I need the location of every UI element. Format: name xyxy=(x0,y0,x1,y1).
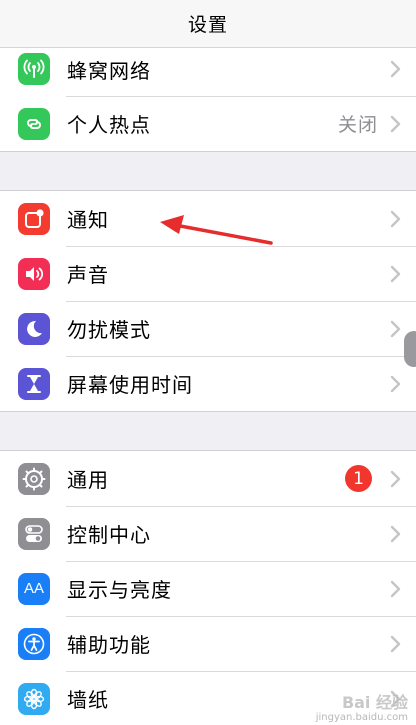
scroll-handle[interactable] xyxy=(404,331,416,367)
row-label: 通用 xyxy=(67,468,109,492)
hotspot-chain-icon xyxy=(18,107,50,140)
chevron-right-icon xyxy=(390,470,401,487)
navigation-bar: 设置 xyxy=(0,0,416,48)
row-label: 个人热点 xyxy=(67,113,151,137)
settings-row-screen-time[interactable]: 屏幕使用时间 xyxy=(0,356,416,411)
chevron-right-icon xyxy=(390,375,401,392)
hotspot-status-value: 关闭 xyxy=(337,114,378,136)
moon-icon xyxy=(18,312,50,345)
settings-row-do-not-disturb[interactable]: 勿扰模式 xyxy=(0,301,416,356)
row-label: 通知 xyxy=(67,208,109,232)
row-label: 声音 xyxy=(67,263,109,287)
settings-row-notifications[interactable]: 通知 xyxy=(0,191,416,246)
row-label: 墙纸 xyxy=(67,688,109,712)
chevron-right-icon xyxy=(390,115,401,132)
speaker-icon xyxy=(18,257,50,290)
chevron-right-icon xyxy=(390,635,401,652)
settings-row-hotspot[interactable]: 个人热点 关闭 xyxy=(0,96,416,151)
settings-group-connectivity: 蜂窝网络 个人热点 关闭 xyxy=(0,41,416,152)
row-label: 控制中心 xyxy=(67,523,151,547)
row-label: 蜂窝网络 xyxy=(67,58,151,83)
row-label: 辅助功能 xyxy=(67,633,151,657)
chevron-right-icon xyxy=(390,265,401,282)
settings-row-cellular[interactable]: 蜂窝网络 xyxy=(0,42,416,96)
flower-icon xyxy=(18,682,50,715)
settings-row-control-center[interactable]: 控制中心 xyxy=(0,506,416,561)
hourglass-icon xyxy=(18,367,50,400)
display-aa-icon: AA xyxy=(18,572,50,605)
settings-row-accessibility[interactable]: 辅助功能 xyxy=(0,616,416,671)
settings-group-notifications: 通知 声音 勿扰模式 屏幕使用时间 xyxy=(0,190,416,412)
chevron-right-icon xyxy=(390,210,401,227)
cellular-antenna-icon xyxy=(18,53,50,85)
watermark: Bai 经验 jingyan.baidu.com xyxy=(316,694,408,723)
display-aa-glyph: AA xyxy=(23,580,44,597)
update-count-badge: 1 xyxy=(345,465,372,492)
accessibility-icon xyxy=(18,627,50,660)
gear-icon xyxy=(18,462,50,495)
settings-group-general: 通用 1 控制中心 AA 显示与亮度 辅助功能 墙纸 xyxy=(0,450,416,725)
chevron-right-icon xyxy=(390,580,401,597)
chevron-right-icon xyxy=(390,320,401,337)
watermark-url: jingyan.baidu.com xyxy=(315,712,408,723)
watermark-logo-text: Bai 经验 xyxy=(341,693,408,713)
row-label: 屏幕使用时间 xyxy=(67,373,193,397)
settings-screen: 设置 蜂窝网络 个人热点 关闭 通知 声音 勿扰模式 屏幕使用时间 通用 1 控… xyxy=(0,0,416,725)
toggles-icon xyxy=(18,517,50,550)
settings-row-sounds[interactable]: 声音 xyxy=(0,246,416,301)
settings-row-display-brightness[interactable]: AA 显示与亮度 xyxy=(0,561,416,616)
page-title: 设置 xyxy=(187,14,228,36)
chevron-right-icon xyxy=(390,60,401,78)
notifications-icon xyxy=(18,202,50,235)
settings-row-general[interactable]: 通用 1 xyxy=(0,451,416,506)
row-label: 勿扰模式 xyxy=(67,318,151,342)
row-label: 显示与亮度 xyxy=(67,578,172,602)
chevron-right-icon xyxy=(390,525,401,542)
